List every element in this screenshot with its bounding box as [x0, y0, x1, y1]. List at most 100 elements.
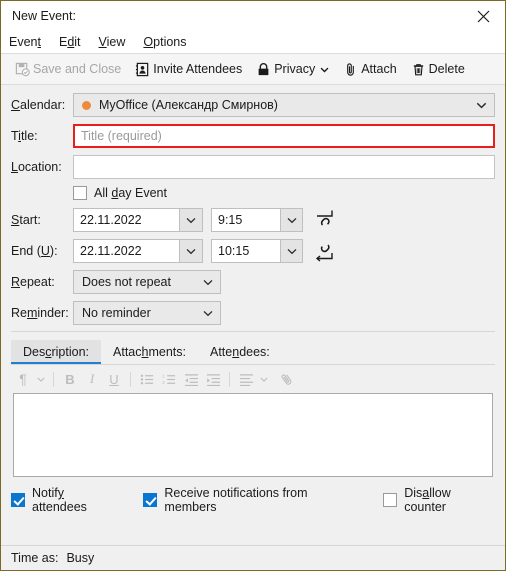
disallow-counter-checkbox[interactable] [383, 493, 398, 507]
title-input[interactable] [73, 124, 495, 148]
paragraph-style-icon[interactable]: ¶ [13, 369, 33, 389]
calendar-select[interactable]: MyOffice (Александр Смирнов) [73, 93, 495, 117]
attach-label: Attach [361, 62, 397, 76]
end-label: End (U): [11, 244, 58, 258]
time-as-value: Busy [66, 551, 95, 565]
notify-attendees-checkbox[interactable] [11, 493, 25, 507]
end-time-dropdown-button[interactable] [280, 240, 302, 262]
start-time-field[interactable]: 9:15 [211, 208, 303, 232]
receive-notifications-checkbox[interactable] [143, 493, 158, 507]
reminder-select[interactable]: No reminder [73, 301, 221, 325]
bold-icon[interactable]: B [60, 369, 80, 389]
start-time-value: 9:15 [218, 213, 243, 227]
calendar-color-dot [82, 100, 91, 110]
menu-label-options-post: ptions [153, 35, 187, 49]
reminder-value: No reminder [82, 306, 151, 320]
calendar-label: CCalendar:alendar: [11, 98, 66, 112]
repeat-value: Does not repeat [82, 275, 171, 289]
description-editor-wrap [1, 393, 505, 477]
menu-item-options[interactable]: Options [143, 35, 195, 49]
paperclip-icon [343, 62, 358, 77]
menu-label-view-post: iew [106, 35, 126, 49]
repeat-select[interactable]: Does not repeat [73, 270, 221, 294]
tab-description[interactable]: Description: [11, 340, 102, 364]
new-event-window: New Event: Event Edit View Options Save … [0, 0, 506, 571]
address-book-icon [135, 62, 150, 77]
location-input[interactable] [73, 155, 495, 179]
duration-link-top [313, 209, 337, 231]
toolbar-separator [53, 371, 54, 387]
start-time-dropdown-button[interactable] [280, 209, 302, 231]
save-and-close-label: Save and Close [33, 62, 122, 76]
svg-text:2: 2 [162, 380, 165, 385]
close-button[interactable] [461, 1, 505, 31]
menu-item-view[interactable]: View [99, 35, 135, 49]
all-day-row: All day Event [73, 186, 495, 200]
numbered-list-icon[interactable]: 1 2 [159, 369, 179, 389]
chevron-down-icon[interactable] [258, 377, 270, 382]
start-row: Start: 22.11.2022 9:15 [11, 208, 495, 232]
title-label: Title: [11, 129, 38, 143]
start-date-field[interactable]: 22.11.2022 [73, 208, 203, 232]
duration-link-bottom [313, 240, 337, 262]
end-date-dropdown-button[interactable] [179, 240, 202, 262]
close-icon [477, 10, 490, 23]
attach-button[interactable]: Attach [336, 57, 403, 81]
repeat-row: Repeat: Does not repeat [11, 270, 495, 294]
end-date-field[interactable]: 22.11.2022 [73, 239, 203, 263]
reminder-label: Reminder: [11, 306, 69, 320]
delete-label: Delete [428, 62, 465, 76]
description-editor[interactable] [13, 393, 493, 477]
end-time-value: 10:15 [218, 244, 250, 258]
location-label: Location: [11, 160, 62, 174]
chevron-down-icon[interactable] [35, 377, 47, 382]
menu-item-event[interactable]: Event [9, 35, 50, 49]
tab-bar: Description: Attachments: Attendees: [1, 332, 505, 364]
tab-attachments[interactable]: Attachments: [101, 340, 198, 364]
increase-indent-icon[interactable] [203, 369, 223, 389]
menu-accel-view: V [98, 35, 107, 49]
end-row: End (U): 22.11.2022 10:15 [11, 239, 495, 263]
italic-icon[interactable]: I [82, 369, 102, 389]
link-bracket-top-icon [317, 210, 333, 226]
all-day-checkbox[interactable] [73, 186, 87, 200]
notify-attendees-option[interactable]: Notify attendees [11, 486, 121, 514]
svg-text:1: 1 [162, 373, 165, 378]
receive-notifications-option[interactable]: Receive notifications from members [143, 486, 361, 514]
chevron-down-icon [196, 279, 220, 286]
invite-attendees-button[interactable]: Invite Attendees [128, 57, 249, 81]
menu-item-edit[interactable]: Edit [59, 35, 90, 49]
insert-link-icon[interactable] [276, 369, 296, 389]
calendar-value: MyOffice (Александр Смирнов) [99, 98, 278, 112]
start-date-dropdown-button[interactable] [179, 209, 202, 231]
options-row: Notify attendees Receive notifications f… [1, 477, 505, 514]
status-bar: Time as: Busy [1, 545, 505, 570]
title-bar: New Event: [1, 1, 505, 31]
tab-attendees[interactable]: Attendees: [198, 340, 282, 364]
delete-button[interactable]: Delete [404, 57, 472, 81]
receive-notifications-label: Receive notifications from members [164, 486, 308, 514]
formatting-toolbar: ¶ B I U 1 2 [1, 365, 505, 393]
decrease-indent-icon[interactable] [181, 369, 201, 389]
menu-accel-event: t [37, 35, 41, 49]
calendar-row: CCalendar:alendar: MyOffice (Александр С… [11, 93, 495, 117]
location-row: Location: [11, 155, 495, 179]
align-icon[interactable] [236, 369, 256, 389]
start-date-value: 22.11.2022 [80, 213, 142, 227]
all-day-label: All day Event [94, 186, 167, 200]
notify-attendees-label: Notify attendees [32, 486, 87, 514]
underline-icon[interactable]: U [104, 369, 124, 389]
privacy-button[interactable]: Privacy [249, 57, 336, 81]
save-disk-icon [15, 62, 30, 77]
start-label: Start: [11, 213, 41, 227]
trash-icon [411, 62, 426, 77]
lock-icon [256, 62, 271, 77]
disallow-counter-option[interactable]: Disallow counter [383, 486, 495, 514]
chevron-down-icon [320, 62, 329, 76]
save-and-close-button[interactable]: Save and Close [8, 57, 128, 81]
time-as-label: Time as: [11, 551, 59, 565]
end-time-field[interactable]: 10:15 [211, 239, 303, 263]
bulleted-list-icon[interactable] [137, 369, 157, 389]
window-title: New Event: [12, 9, 76, 23]
title-row: Title: [11, 124, 495, 148]
